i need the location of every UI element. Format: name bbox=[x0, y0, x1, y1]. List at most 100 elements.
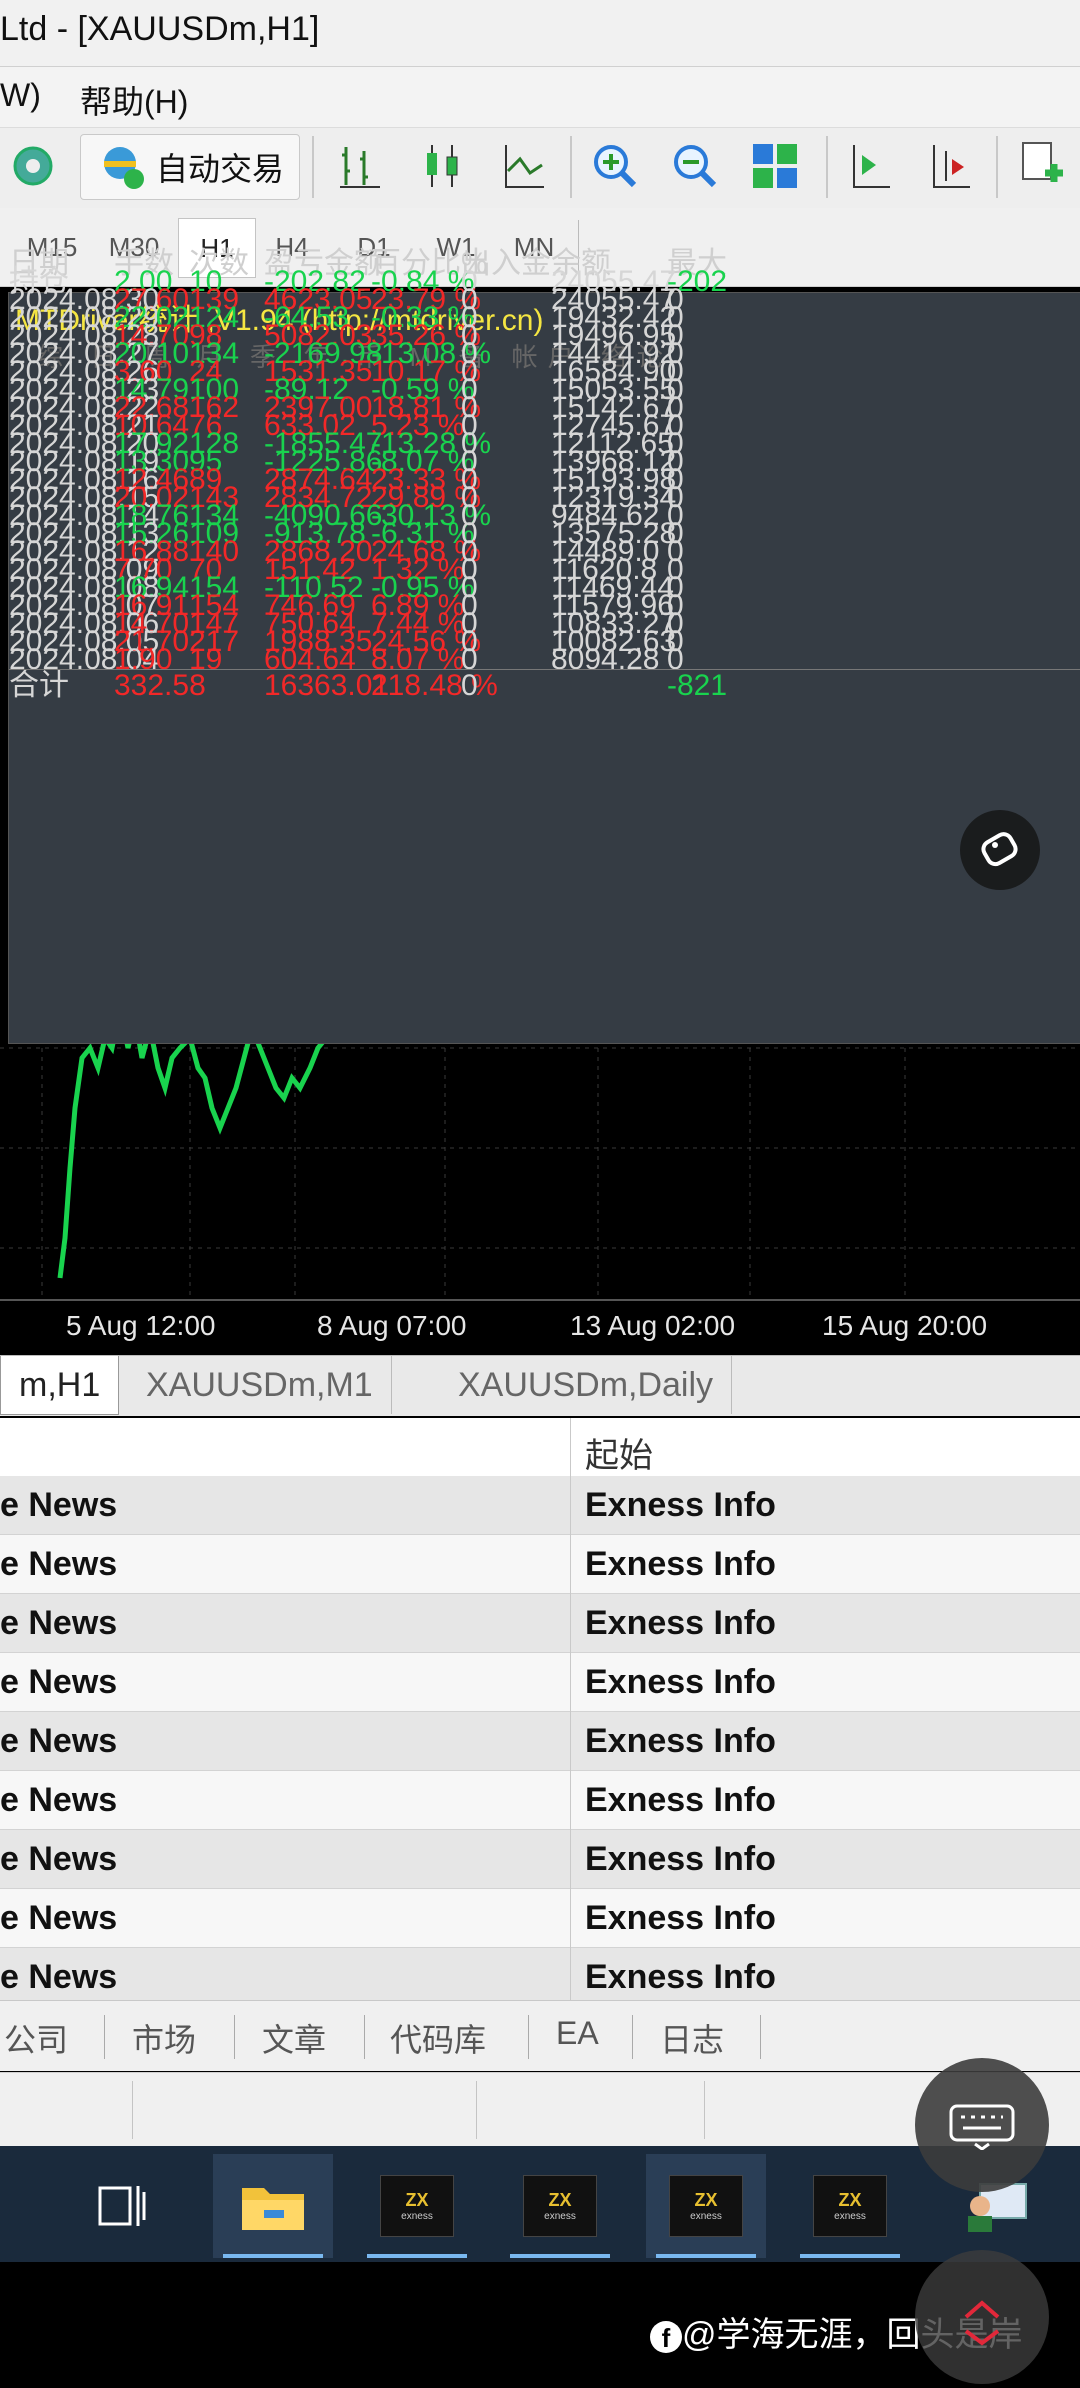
news-row[interactable]: e News Exness Info bbox=[0, 1653, 1080, 1712]
news-title: e News bbox=[0, 1781, 118, 1819]
news-origin: Exness Info bbox=[585, 1663, 776, 1701]
folder-icon bbox=[242, 2188, 304, 2230]
news-row[interactable]: e News Exness Info bbox=[0, 1948, 1080, 2000]
tile-windows-button[interactable] bbox=[742, 134, 808, 198]
chart-shift-button[interactable] bbox=[920, 134, 980, 198]
exness-terminal-button-1[interactable]: ZX exness bbox=[357, 2154, 477, 2258]
task-running-indicator bbox=[367, 2254, 467, 2258]
bar-chart-button[interactable] bbox=[330, 134, 390, 198]
news-title: e News bbox=[0, 1486, 118, 1524]
news-origin: Exness Info bbox=[585, 1840, 776, 1878]
terminal-tab-codebase[interactable]: 代码库 bbox=[390, 2015, 486, 2061]
news-title: e News bbox=[0, 1958, 118, 1996]
new-order-icon bbox=[1022, 142, 1063, 182]
status-divider bbox=[476, 2081, 477, 2139]
stats-cell-balance: 8094.28 bbox=[551, 643, 660, 676]
autoscroll-button[interactable] bbox=[840, 134, 900, 198]
terminal-tab-articles[interactable]: 文章 bbox=[262, 2015, 326, 2061]
exness-terminal-button-3[interactable]: ZX exness bbox=[646, 2154, 766, 2258]
terminal-tab-journal[interactable]: 日志 bbox=[660, 2015, 724, 2061]
chevron-up-icon bbox=[964, 2300, 1000, 2346]
zoom-out-button[interactable] bbox=[662, 134, 728, 198]
total-percent: 218.48 % bbox=[371, 669, 498, 702]
file-explorer-button[interactable] bbox=[213, 2154, 333, 2258]
new-order-button[interactable] bbox=[1008, 134, 1074, 198]
news-origin: Exness Info bbox=[585, 1545, 776, 1583]
chart-tab-m1[interactable]: XAUUSDm,M1 bbox=[128, 1356, 392, 1414]
news-origin: Exness Info bbox=[585, 1722, 776, 1760]
signal-button[interactable] bbox=[0, 134, 66, 198]
autotrade-label: 自动交易 bbox=[155, 151, 284, 187]
chart-tab-h1[interactable]: m,H1 bbox=[0, 1356, 120, 1415]
terminal-tab-company[interactable]: 公司 bbox=[4, 2015, 68, 2061]
tab-divider bbox=[760, 2015, 761, 2059]
tab-divider bbox=[632, 2015, 633, 2059]
tab-divider bbox=[234, 2015, 235, 2059]
task-running-indicator bbox=[656, 2254, 756, 2258]
zoom-out-icon bbox=[674, 145, 717, 188]
bar-chart-icon bbox=[340, 147, 380, 188]
zoom-in-icon bbox=[594, 145, 637, 188]
status-divider bbox=[704, 2081, 705, 2139]
news-origin: Exness Info bbox=[585, 1958, 776, 1996]
task-running-indicator bbox=[510, 2254, 610, 2258]
candlestick-icon bbox=[427, 145, 458, 187]
radio-signal-icon bbox=[13, 146, 53, 186]
exness-icon: ZX exness bbox=[523, 2175, 597, 2237]
time-axis: 5 Aug 12:00 8 Aug 07:00 13 Aug 02:00 15 … bbox=[0, 1300, 1080, 1355]
floating-tag-button[interactable] bbox=[960, 810, 1040, 890]
exness-icon: ZX exness bbox=[669, 2175, 743, 2237]
column-divider bbox=[570, 1418, 571, 2000]
menu-item-window[interactable]: W) bbox=[0, 77, 41, 114]
exness-terminal-button-2[interactable]: ZX exness bbox=[500, 2154, 620, 2258]
news-title: e News bbox=[0, 1722, 118, 1760]
toolbar-divider bbox=[312, 136, 314, 198]
autoscroll-icon bbox=[853, 145, 890, 188]
zoom-in-button[interactable] bbox=[582, 134, 648, 198]
news-row[interactable]: e News Exness Info bbox=[0, 1476, 1080, 1535]
news-row[interactable]: e News Exness Info bbox=[0, 1712, 1080, 1771]
news-row[interactable]: e News Exness Info bbox=[0, 1830, 1080, 1889]
exness-icon: ZX exness bbox=[813, 2175, 887, 2237]
menu-bar: W) 帮助(H) bbox=[0, 67, 1080, 127]
mtdriver-stats-panel[interactable]: MTDriver统计 ,V1.94 (http://mtdriver.cn) 综… bbox=[8, 249, 1080, 1044]
total-divider bbox=[9, 669, 1080, 670]
task-running-indicator bbox=[800, 2254, 900, 2258]
terminal-tab-market[interactable]: 市场 bbox=[132, 2015, 196, 2061]
news-row[interactable]: e News Exness Info bbox=[0, 1535, 1080, 1594]
status-divider bbox=[132, 2081, 133, 2139]
news-row[interactable]: e News Exness Info bbox=[0, 1771, 1080, 1830]
window-title-bar: Ltd - [XAUUSDm,H1] bbox=[0, 0, 1080, 67]
column-header-origin[interactable]: 起始 bbox=[585, 1428, 653, 1477]
task-running-indicator bbox=[223, 2254, 323, 2258]
line-chart-button[interactable] bbox=[494, 134, 554, 198]
facebook-icon: f bbox=[650, 2321, 682, 2354]
exness-terminal-button-4[interactable]: ZX exness bbox=[790, 2154, 910, 2258]
total-lots: 332.58 bbox=[114, 669, 206, 702]
floating-keyboard-button[interactable] bbox=[915, 2058, 1049, 2192]
floating-collapse-button[interactable] bbox=[915, 2250, 1049, 2384]
toolbar-divider bbox=[996, 136, 998, 198]
time-label: 5 Aug 12:00 bbox=[66, 1310, 216, 1341]
windows-taskbar: ZX exness ZX exness ZX exness ZX exness bbox=[0, 2146, 1080, 2262]
tile-windows-icon bbox=[753, 144, 797, 188]
news-origin: Exness Info bbox=[585, 1604, 776, 1642]
task-view-icon bbox=[98, 2186, 146, 2226]
tab-divider bbox=[364, 2015, 365, 2059]
chart-tab-daily[interactable]: XAUUSDm,Daily bbox=[440, 1356, 733, 1414]
line-chart-icon bbox=[505, 145, 544, 188]
toolbar-divider bbox=[826, 136, 828, 198]
tag-icon bbox=[981, 832, 1018, 867]
total-cash-flow: 0 bbox=[461, 669, 478, 702]
news-row[interactable]: e News Exness Info bbox=[0, 1594, 1080, 1653]
candlestick-button[interactable] bbox=[412, 134, 472, 198]
terminal-tab-ea[interactable]: EA bbox=[556, 2015, 599, 2052]
toolbar: 自动交易 bbox=[0, 127, 1080, 209]
news-title: e News bbox=[0, 1604, 118, 1642]
autotrade-button[interactable]: 自动交易 bbox=[80, 134, 300, 200]
news-header-row: 起始 bbox=[0, 1418, 1080, 1477]
menu-item-help[interactable]: 帮助(H) bbox=[80, 77, 188, 123]
time-label: 15 Aug 20:00 bbox=[822, 1310, 988, 1341]
news-row[interactable]: e News Exness Info bbox=[0, 1889, 1080, 1948]
task-view-button[interactable] bbox=[62, 2154, 182, 2258]
